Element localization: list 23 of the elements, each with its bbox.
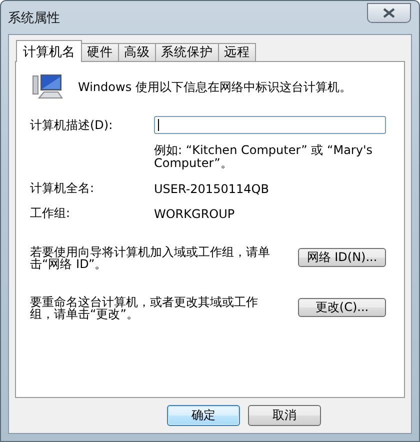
close-button[interactable] (367, 2, 411, 22)
field-label: 计算机描述(D): (30, 116, 114, 134)
window-title: 系统属性 (8, 10, 60, 26)
example-text: 例如: “Kitchen Computer” 或 “Mary's Computer”。 (154, 144, 374, 170)
tab[interactable]: 硬件 (81, 43, 119, 61)
field-label: 计算机全名: (30, 180, 96, 197)
description-field[interactable] (154, 116, 386, 134)
intro-text: Windows 使用以下信息在网络中标识这台计算机。 (78, 78, 352, 96)
tab[interactable]: 系统保护 (155, 43, 219, 61)
instruction-text: 若要使用向导将计算机加入域或工作组，请单击“网络 ID”。 (30, 246, 271, 270)
dialog-button[interactable]: 确定 (167, 405, 240, 426)
tab[interactable]: 高级 (118, 43, 156, 61)
field-value: USER-20150114QB (154, 182, 270, 196)
field-label: 工作组: (30, 205, 72, 222)
dialog-button[interactable]: 取消 (248, 405, 321, 426)
tab[interactable]: 远程 (218, 43, 256, 61)
instruction-text: 要重命名这台计算机，或者更改其域或工作组，请单击“更改”。 (30, 296, 259, 320)
close-icon (383, 8, 395, 18)
field-value: WORKGROUP (154, 206, 236, 220)
action-button[interactable]: 更改(C)... (298, 298, 386, 317)
computer-icon (32, 74, 64, 100)
action-button[interactable]: 网络 ID(N)... (298, 248, 386, 267)
tab[interactable]: 计算机名 (16, 40, 82, 62)
